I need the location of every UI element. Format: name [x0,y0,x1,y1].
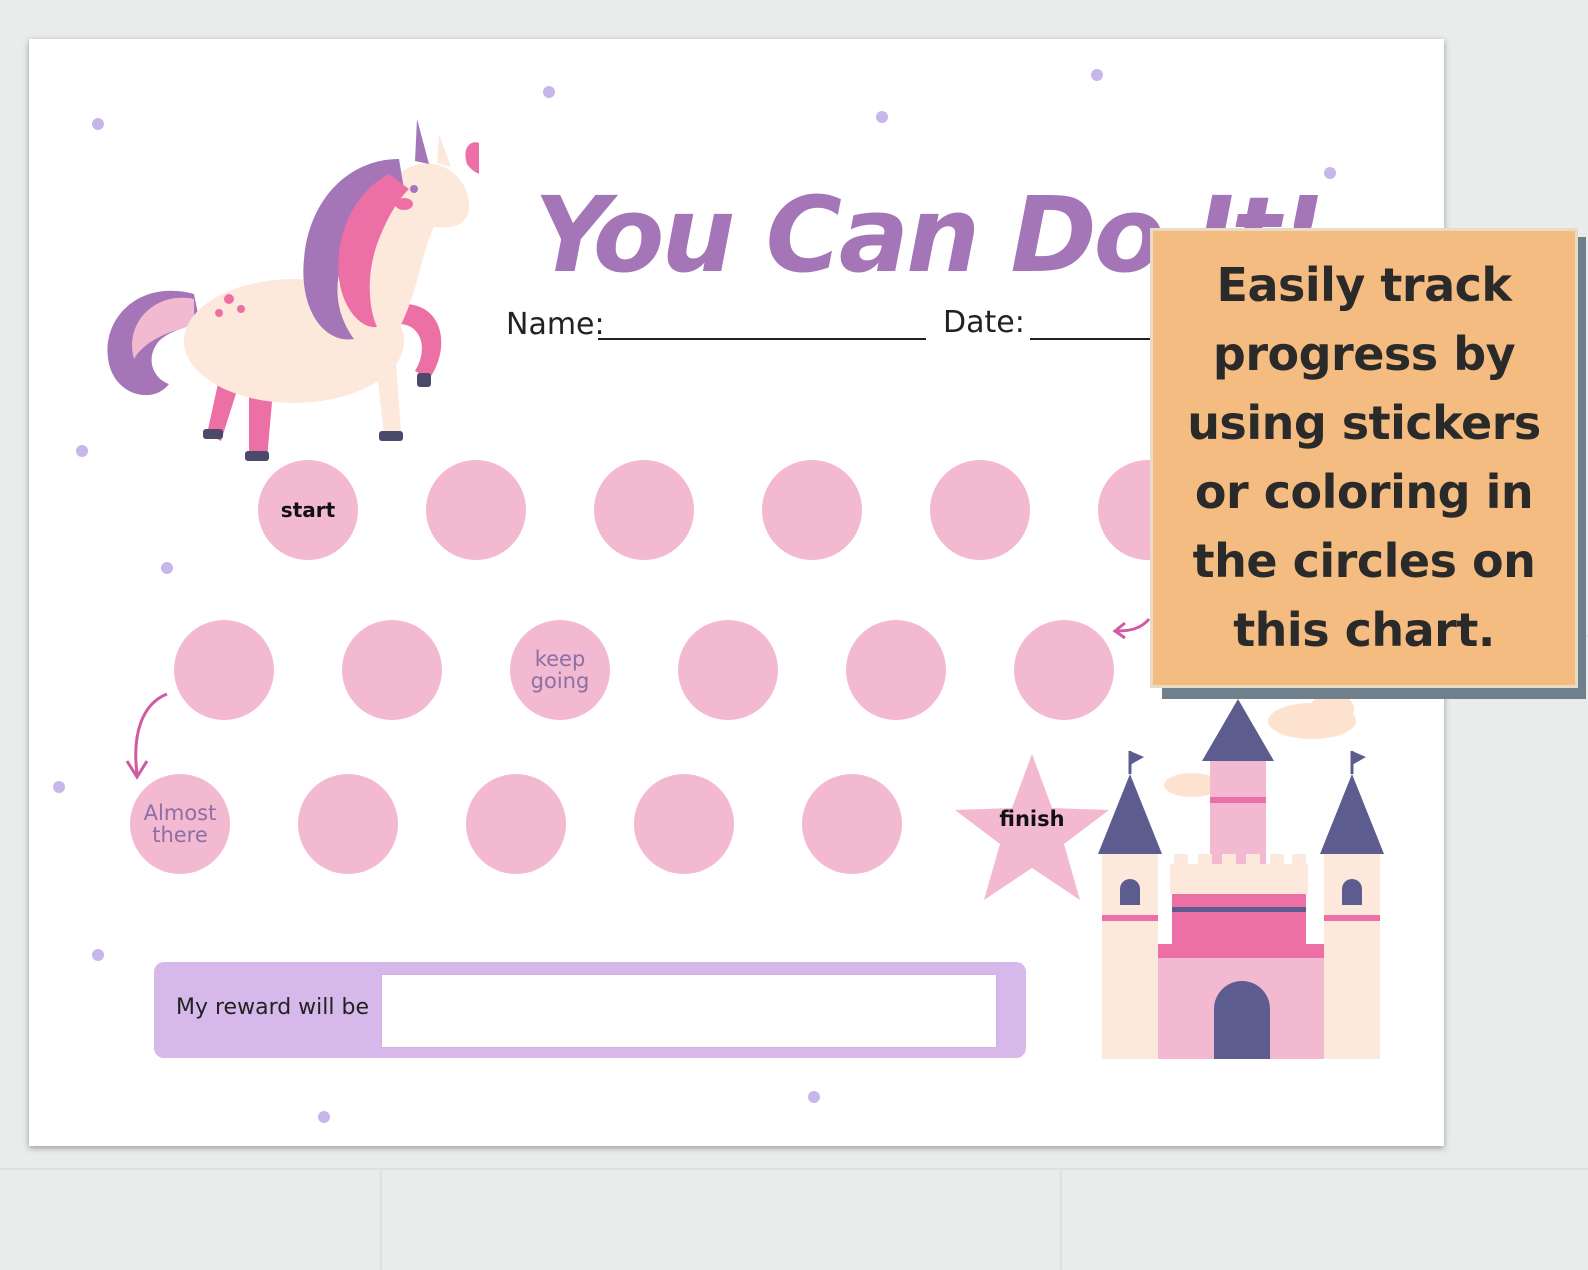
progress-circle[interactable] [342,620,442,720]
curved-arrow-left-icon [1112,618,1151,640]
confetti-dot [92,949,104,961]
callout-text: Easily track progress by using stickers … [1187,258,1541,657]
confetti-dot [318,1111,330,1123]
finish-label: finish [999,807,1065,831]
wall-line [380,1168,382,1270]
name-label: Name: [506,307,605,342]
reward-bar: My reward will be [154,962,1026,1058]
castle-illustration [1098,693,1384,1059]
progress-circle[interactable] [930,460,1030,560]
confetti-dot [876,111,888,123]
wall-line [0,1168,1588,1170]
progress-circle[interactable] [426,460,526,560]
progress-circle[interactable] [298,774,398,874]
progress-circle-almost-there[interactable]: Almost there [130,774,230,874]
progress-circle[interactable] [762,460,862,560]
progress-circle-start[interactable]: start [258,460,358,560]
confetti-dot [1091,69,1103,81]
progress-circle[interactable] [634,774,734,874]
keep-going-label-line2: going [530,669,590,693]
progress-circle[interactable] [174,620,274,720]
name-line[interactable] [598,338,926,340]
unicorn-illustration [107,119,479,461]
confetti-dot [543,86,555,98]
reward-label: My reward will be [176,995,370,1020]
progress-circle[interactable] [802,774,902,874]
confetti-dot [808,1091,820,1103]
reward-input[interactable] [381,974,997,1048]
progress-circle[interactable] [678,620,778,720]
keep-going-label-line1: keep [534,647,586,671]
progress-circle[interactable] [594,460,694,560]
date-label: Date: [943,305,1025,340]
progress-circle[interactable] [846,620,946,720]
curved-arrow-down-icon [125,692,168,780]
wall-line [1060,1168,1062,1270]
confetti-dot [76,445,88,457]
callout-box: Easily track progress by using stickers … [1150,228,1578,688]
confetti-dot [161,562,173,574]
confetti-dot [53,781,65,793]
start-label: start [280,498,336,522]
progress-circle[interactable] [466,774,566,874]
progress-circle-keep-going[interactable]: keep going [510,620,610,720]
almost-there-label-line2: there [152,823,208,847]
almost-there-label-line1: Almost [143,801,217,825]
date-line[interactable] [1030,338,1170,340]
